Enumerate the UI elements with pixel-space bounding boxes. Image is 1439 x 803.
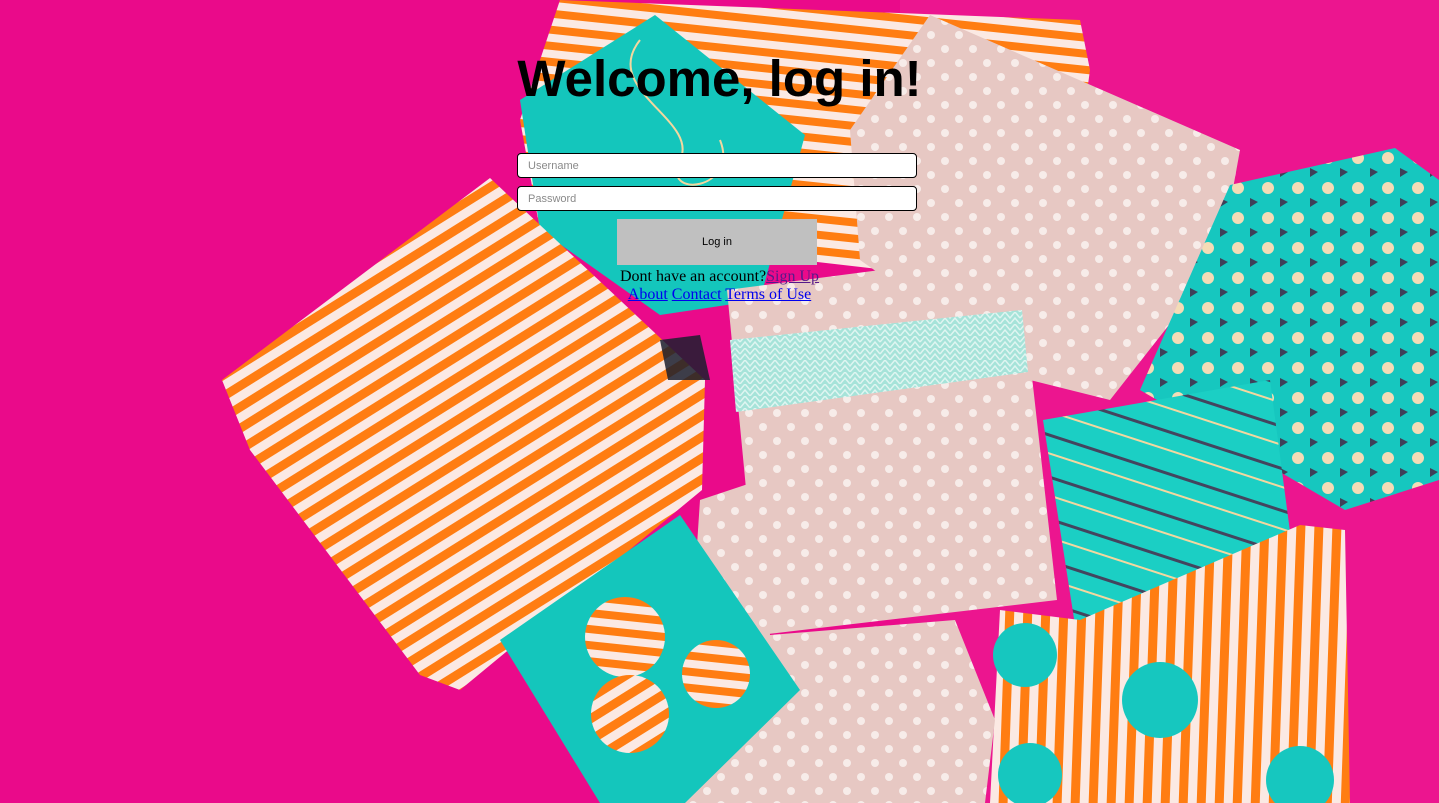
login-button[interactable]: Log in (617, 219, 817, 265)
page-title: Welcome, log in! (517, 50, 922, 107)
username-input[interactable] (517, 153, 917, 178)
password-input[interactable] (517, 186, 917, 211)
footer-link-contact[interactable]: Contact (672, 286, 722, 303)
signup-prompt-text: Dont have an account? (619, 268, 767, 285)
background-gift-boxes-image (0, 0, 1439, 803)
footer-link-terms[interactable]: Terms of Use (725, 286, 811, 303)
signup-prompt-line: Dont have an account?Sign Up (0, 267, 1439, 286)
signup-link[interactable]: Sign Up (766, 268, 819, 285)
footer-link-about[interactable]: About (628, 286, 668, 303)
footer-links: About Contact Terms of Use (0, 285, 1439, 304)
